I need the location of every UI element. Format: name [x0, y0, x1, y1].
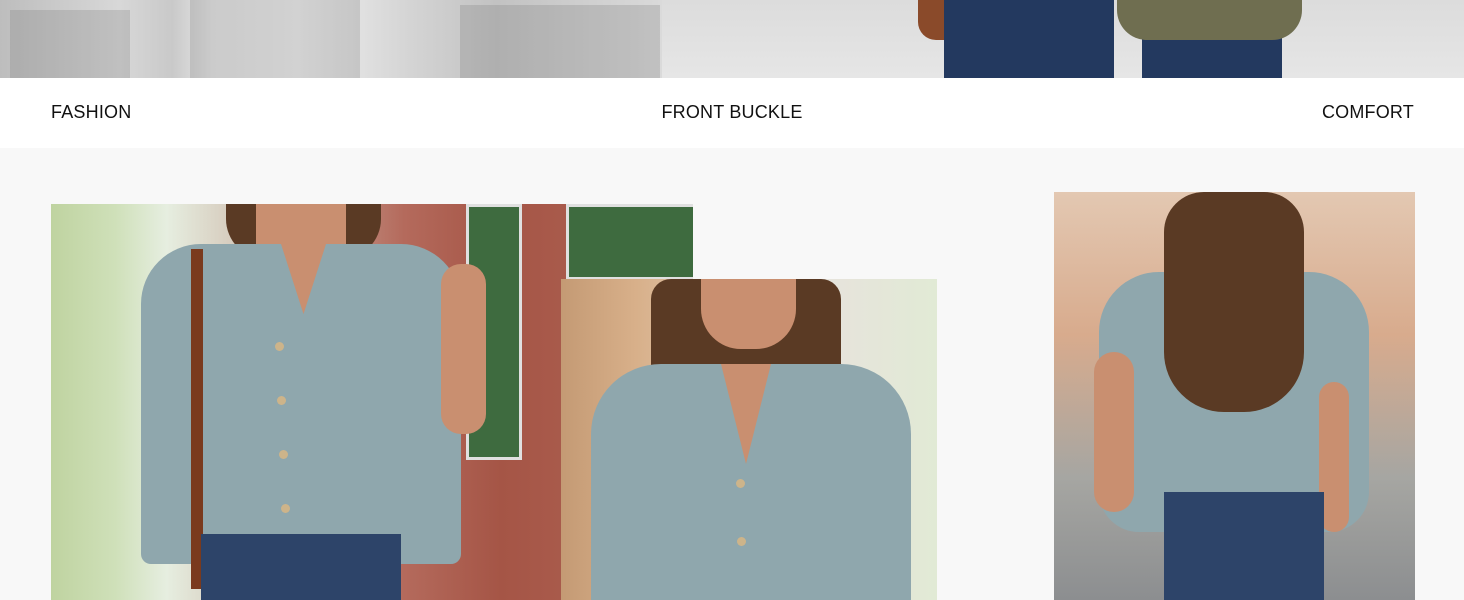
feature-label-comfort: COMFORT — [1321, 102, 1414, 122]
model-back-photo — [1054, 192, 1415, 600]
feature-label-front-buckle: FRONT BUCKLE — [661, 102, 803, 122]
top-left-street-photo — [0, 0, 662, 78]
top-right-model-photo — [662, 0, 1464, 78]
model-closeup-photo — [561, 279, 937, 600]
top-photo-strip — [0, 0, 1464, 78]
feature-label-band: FASHION FRONT BUCKLE COMFORT — [0, 78, 1464, 148]
